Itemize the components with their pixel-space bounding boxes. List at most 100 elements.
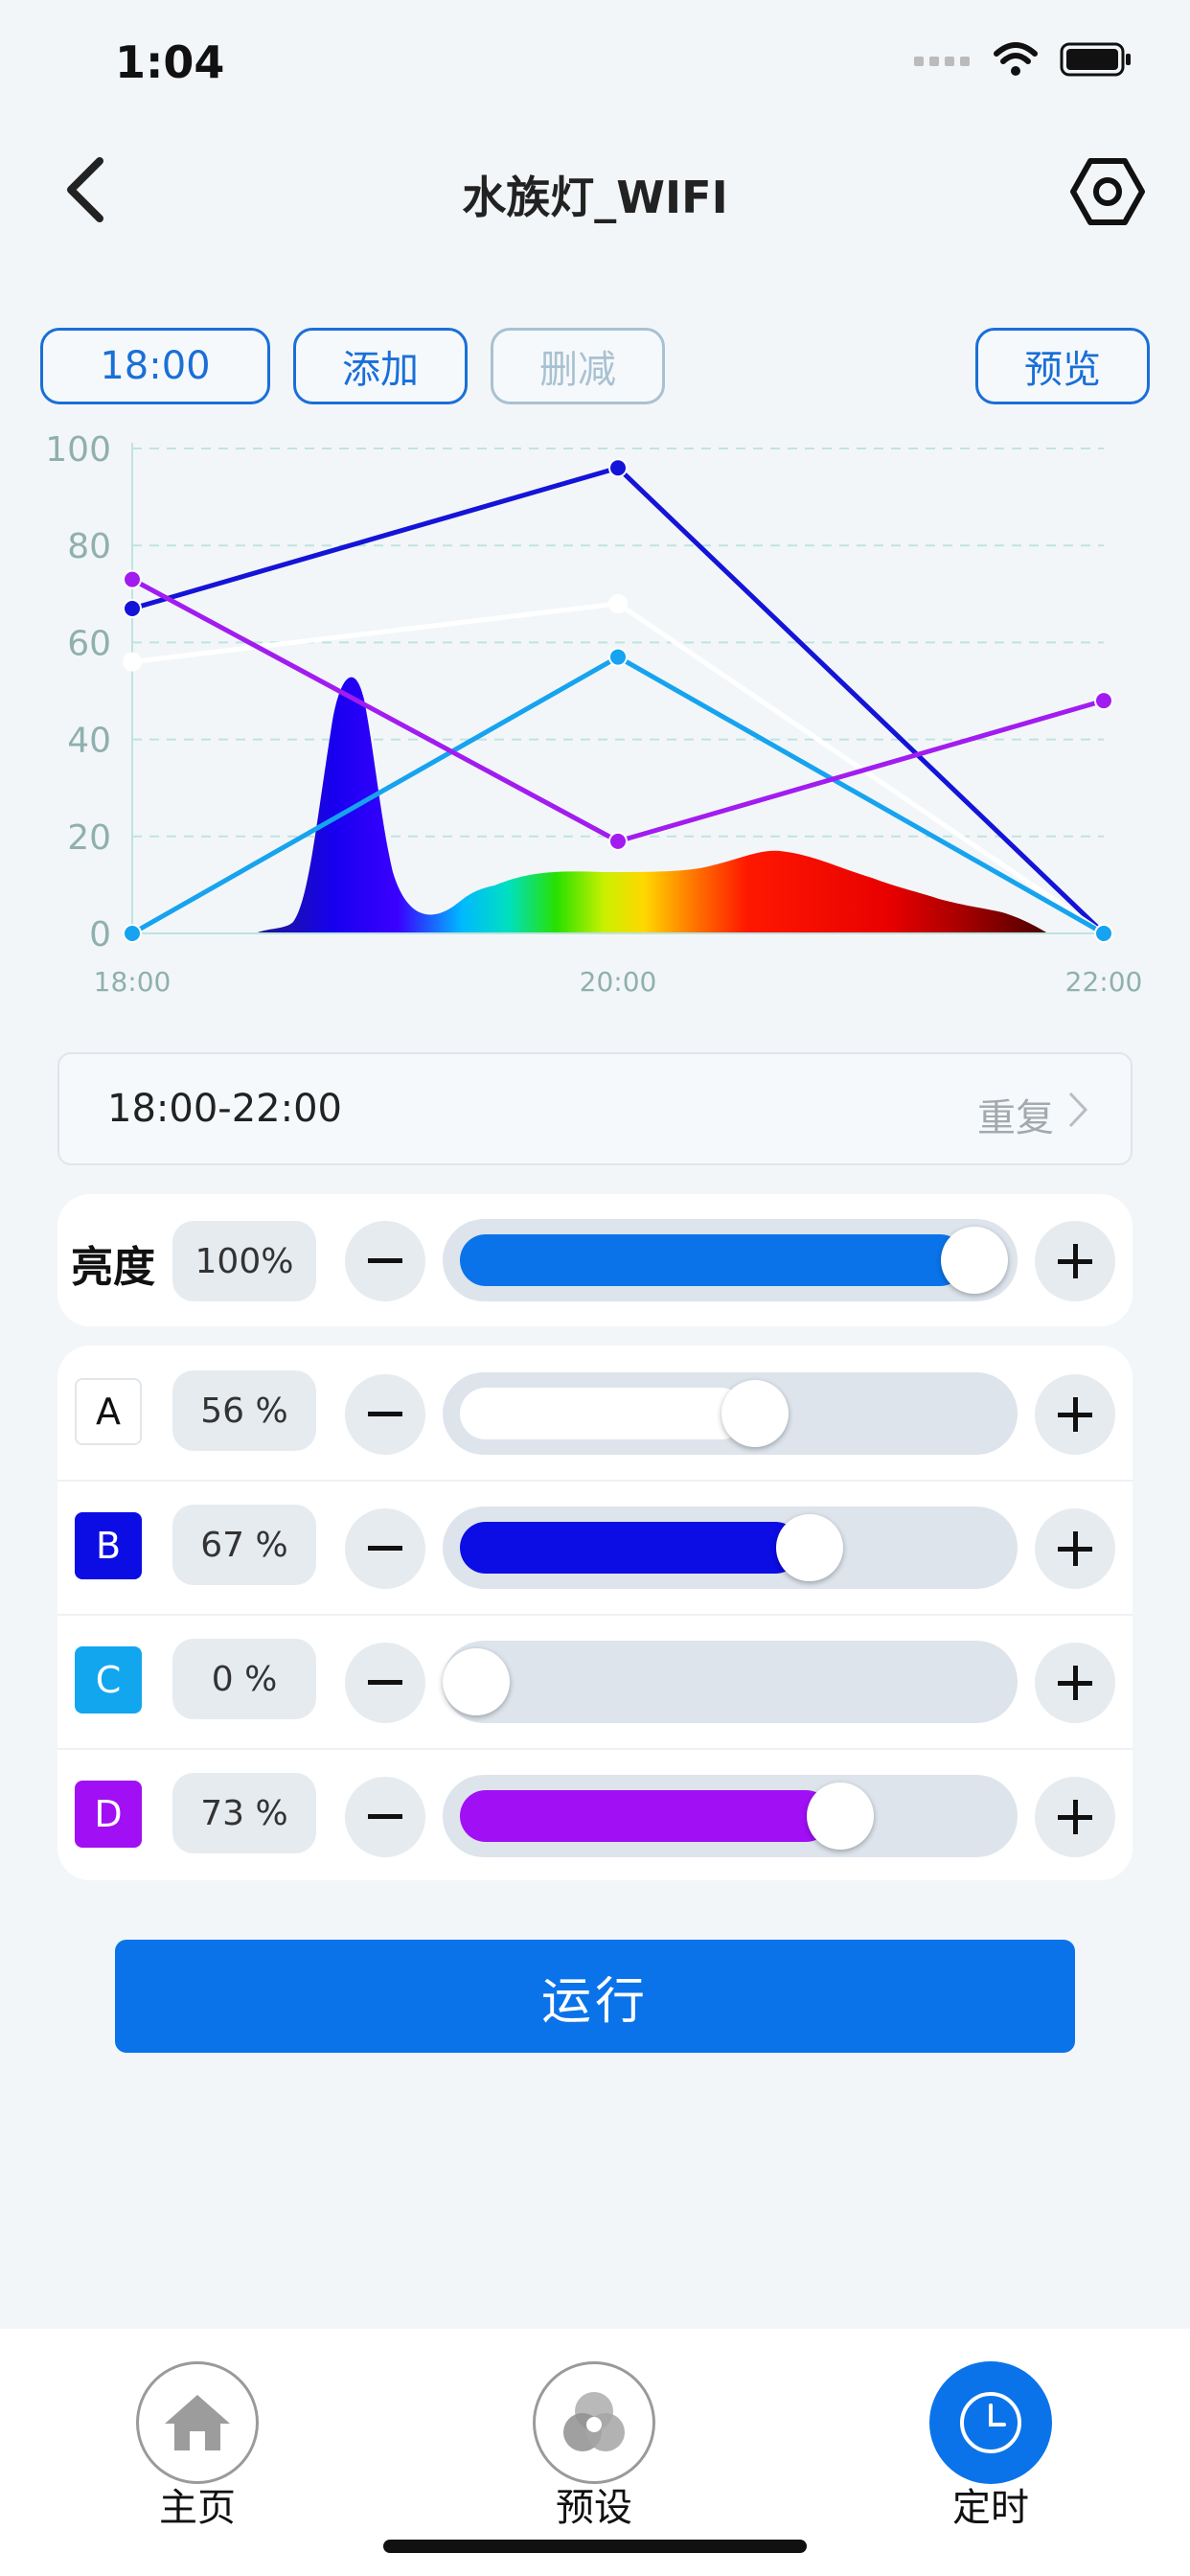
schedule-period-row[interactable]: 18:00-22:00 重复 (57, 1052, 1133, 1165)
minus-icon (368, 1546, 402, 1551)
channel-decrease-button[interactable] (345, 1508, 425, 1589)
clock-icon (960, 2392, 1021, 2453)
channel-slider-fill (460, 1790, 832, 1842)
tab-home[interactable]: 主页 (102, 2361, 293, 2532)
data-point[interactable] (123, 569, 142, 589)
channels-card: A 56 % B 67 % C 0 % D 73 % (57, 1346, 1133, 1880)
y-tick-label: 40 (67, 722, 111, 761)
data-point[interactable] (608, 831, 628, 851)
series-line-3 (130, 577, 1105, 844)
channel-slider-knob[interactable] (721, 1380, 790, 1447)
series-line-0 (131, 465, 1106, 935)
channel-row-c: C 0 % (57, 1614, 1133, 1748)
plus-icon (1058, 1666, 1092, 1700)
brightness-value: 100% (172, 1221, 316, 1301)
x-tick-label: 22:00 (1065, 966, 1143, 998)
y-tick-label: 0 (89, 915, 111, 954)
channel-increase-button[interactable] (1035, 1643, 1115, 1723)
data-point[interactable] (123, 598, 142, 618)
channel-slider-knob[interactable] (806, 1782, 874, 1850)
add-button[interactable]: 添加 (293, 328, 468, 404)
x-tick-label: 20:00 (580, 966, 657, 998)
channel-row-d: D 73 % (57, 1748, 1133, 1882)
channel-slider[interactable] (443, 1372, 1018, 1455)
channel-decrease-button[interactable] (345, 1374, 425, 1455)
spectrum-area (255, 677, 1048, 933)
channel-slider-fill (460, 1522, 802, 1574)
channel-slider[interactable] (443, 1506, 1018, 1589)
gear-icon[interactable] (1069, 153, 1146, 230)
y-tick-label: 100 (45, 430, 111, 470)
time-chip-button[interactable]: 18:00 (40, 328, 270, 404)
brightness-row: 亮度 100% (57, 1194, 1133, 1326)
channel-value: 56 % (172, 1370, 316, 1451)
brightness-slider[interactable] (443, 1219, 1018, 1301)
data-point[interactable] (608, 458, 628, 478)
delete-button[interactable]: 删减 (491, 328, 665, 404)
minus-icon (368, 1412, 402, 1416)
channel-slider-knob[interactable] (443, 1648, 510, 1715)
chart-series (123, 458, 1113, 943)
channel-row-a: A 56 % (57, 1346, 1133, 1480)
preset-icon (563, 2392, 625, 2451)
home-indicator (383, 2540, 807, 2553)
brightness-increase-button[interactable] (1035, 1221, 1115, 1301)
channel-slider-fill (460, 1388, 747, 1439)
home-icon (165, 2395, 230, 2450)
tab-home-label: 主页 (159, 2486, 236, 2530)
tab-timer-label: 定时 (952, 2486, 1029, 2530)
y-tick-label: 60 (67, 624, 111, 663)
data-point[interactable] (123, 924, 142, 943)
signal-icon (914, 57, 970, 66)
minus-icon (368, 1814, 402, 1819)
data-point[interactable] (1094, 924, 1113, 943)
run-button[interactable]: 运行 (115, 1940, 1075, 2053)
plus-icon (1058, 1800, 1092, 1834)
channel-slider-knob[interactable] (776, 1514, 844, 1581)
channel-label: B (75, 1512, 142, 1579)
battery-icon (1060, 42, 1131, 77)
channel-value: 73 % (172, 1773, 316, 1853)
tab-preset[interactable]: 预设 (498, 2361, 690, 2532)
channel-increase-button[interactable] (1035, 1374, 1115, 1455)
channel-slider[interactable] (443, 1775, 1018, 1857)
status-icons (914, 42, 1133, 77)
light-schedule-chart: 0 20 40 60 80 100 18:00 20:00 22:00 (45, 430, 1143, 998)
chevron-right-icon (1068, 1092, 1088, 1128)
channel-increase-button[interactable] (1035, 1508, 1115, 1589)
tab-timer[interactable]: 定时 (895, 2361, 1087, 2532)
plus-icon (1058, 1244, 1092, 1278)
brightness-label: 亮度 (71, 1243, 155, 1292)
data-point[interactable] (123, 652, 142, 672)
channel-row-b: B 67 % (57, 1480, 1133, 1614)
minus-icon (368, 1258, 402, 1263)
chart-axes (131, 443, 1104, 934)
brightness-slider-knob[interactable] (941, 1227, 1008, 1294)
status-time: 1:04 (115, 36, 225, 88)
channel-label: C (75, 1646, 142, 1714)
data-point[interactable] (1094, 691, 1113, 711)
minus-icon (368, 1680, 402, 1685)
channel-increase-button[interactable] (1035, 1777, 1115, 1857)
channel-label: D (75, 1781, 142, 1848)
channel-slider[interactable] (443, 1641, 1018, 1723)
brightness-slider-fill (460, 1234, 966, 1286)
y-tick-label: 20 (67, 818, 111, 858)
data-point[interactable] (608, 647, 628, 667)
period-range: 18:00-22:00 (107, 1087, 342, 1131)
channel-decrease-button[interactable] (345, 1643, 425, 1723)
channel-value: 0 % (172, 1639, 316, 1719)
x-tick-label: 18:00 (94, 966, 172, 998)
channel-value: 67 % (172, 1505, 316, 1585)
channel-label: A (75, 1378, 142, 1445)
brightness-card: 亮度 100% (57, 1194, 1133, 1326)
plus-icon (1058, 1397, 1092, 1432)
repeat-label: 重复 (977, 1096, 1054, 1140)
plus-icon (1058, 1531, 1092, 1566)
channel-decrease-button[interactable] (345, 1777, 425, 1857)
data-point[interactable] (608, 593, 628, 613)
brightness-decrease-button[interactable] (345, 1221, 425, 1301)
tab-preset-label: 预设 (556, 2486, 632, 2530)
page-title: 水族灯_WIFI (462, 172, 728, 223)
preview-button[interactable]: 预览 (975, 328, 1150, 404)
